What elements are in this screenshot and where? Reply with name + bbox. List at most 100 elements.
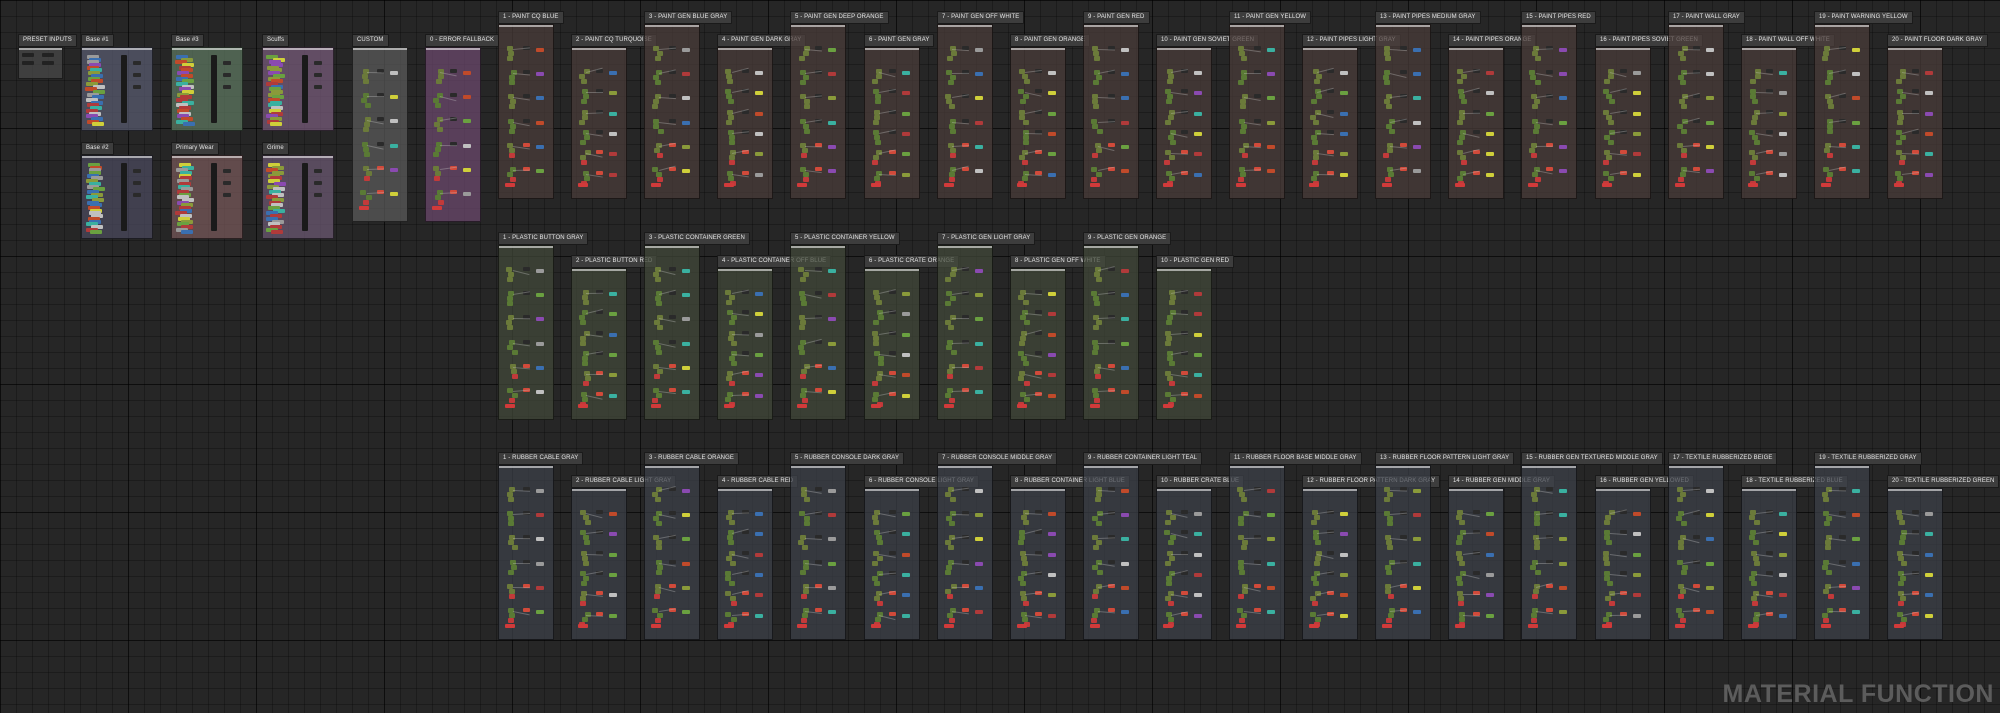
rubber-14-node[interactable] — [1473, 571, 1481, 575]
group-base3-node[interactable] — [222, 61, 231, 65]
rubber-13-node[interactable] — [1413, 561, 1422, 566]
paint-16-node[interactable] — [1603, 109, 1610, 115]
plastic-4-node[interactable] — [755, 393, 764, 398]
plastic-7-node[interactable] — [946, 368, 953, 374]
paint-20-node[interactable] — [1925, 172, 1934, 177]
group-error-node[interactable] — [434, 175, 441, 181]
plastic-5-node[interactable] — [828, 365, 837, 370]
group-error-node[interactable] — [463, 95, 472, 100]
rubber-15-node[interactable] — [1546, 487, 1554, 491]
paint-10-node[interactable] — [1194, 172, 1203, 177]
rubber-8-node[interactable] — [1048, 512, 1057, 516]
paint-10-node[interactable] — [1169, 175, 1176, 181]
group-error-node[interactable] — [437, 127, 444, 133]
paint-13-node[interactable] — [1385, 104, 1392, 110]
paint-9-title[interactable]: 9 - PAINT GEN RED — [1083, 11, 1150, 24]
rubber-19-node[interactable] — [1839, 511, 1847, 516]
rubber-8-node[interactable] — [1020, 581, 1027, 586]
paint-14-node[interactable] — [1461, 99, 1468, 105]
paint-3-node[interactable] — [657, 152, 664, 158]
paint-6-node[interactable] — [902, 91, 911, 96]
paint-10-node[interactable] — [1166, 99, 1173, 105]
plastic-1-node[interactable] — [523, 339, 531, 344]
rubber-9-node[interactable] — [1096, 521, 1103, 527]
plastic-1-node[interactable] — [508, 397, 515, 403]
plastic-9-node[interactable] — [1121, 365, 1130, 370]
plastic-2-node[interactable] — [582, 396, 589, 402]
rubber-8-node[interactable] — [1023, 601, 1030, 607]
rubber-10-node[interactable] — [1194, 573, 1203, 577]
plastic-4-node[interactable] — [730, 340, 737, 346]
paint-5-title[interactable]: 5 - PAINT GEN DEEP ORANGE — [790, 11, 889, 24]
rubber-2-node[interactable] — [581, 581, 588, 586]
rubber-6-node[interactable] — [876, 540, 883, 546]
rubber-18-node[interactable] — [1766, 550, 1774, 555]
group-custom-output-node[interactable] — [358, 206, 369, 210]
rubber-10-node[interactable] — [1164, 520, 1171, 525]
paint-1-node[interactable] — [508, 128, 515, 134]
paint-11-node[interactable] — [1254, 118, 1262, 123]
plastic-3-output-node[interactable] — [650, 404, 661, 408]
rubber-1-output-node[interactable] — [504, 624, 515, 628]
plastic-5-node[interactable] — [828, 293, 837, 298]
paint-3-node[interactable] — [657, 128, 664, 134]
rubber-10-node[interactable] — [1167, 616, 1174, 622]
paint-11-node[interactable] — [1254, 46, 1262, 50]
plastic-9-node[interactable] — [1121, 341, 1130, 346]
rubber-4-node[interactable] — [726, 555, 733, 561]
group-custom-node[interactable] — [363, 79, 370, 84]
plastic-10-node[interactable] — [1164, 330, 1171, 336]
paint-1-node[interactable] — [536, 168, 545, 173]
plastic-5-output-node[interactable] — [796, 404, 807, 408]
rubber-9-node[interactable] — [1121, 513, 1130, 518]
paint-2-node[interactable] — [596, 130, 604, 134]
plastic-3-node[interactable] — [682, 365, 691, 370]
paint-7-node[interactable] — [949, 147, 956, 153]
group-custom-node[interactable] — [365, 103, 372, 109]
rubber-10-node[interactable] — [1194, 613, 1203, 618]
plastic-1-node[interactable] — [536, 365, 545, 370]
plastic-7-node[interactable] — [975, 293, 984, 298]
rubber-7-title[interactable]: 7 - RUBBER CONSOLE MIDDLE GRAY — [937, 452, 1058, 465]
rubber-1-node[interactable] — [507, 497, 514, 502]
rubber-5-title[interactable]: 5 - RUBBER CONSOLE DARK GRAY — [790, 452, 905, 465]
plastic-10-output-node[interactable] — [1162, 404, 1173, 408]
plastic-3-node[interactable] — [652, 363, 659, 369]
group-primarywear-node[interactable] — [222, 193, 231, 197]
paint-6-node[interactable] — [902, 132, 911, 136]
rubber-2-node[interactable] — [609, 512, 618, 516]
plastic-7-node[interactable] — [948, 325, 955, 331]
plastic-3-node[interactable] — [669, 267, 677, 271]
paint-19-node[interactable] — [1852, 144, 1861, 149]
paint-14-node[interactable] — [1460, 160, 1467, 166]
paint-19-node[interactable] — [1827, 104, 1834, 110]
rubber-9-node[interactable] — [1091, 564, 1098, 570]
rubber-19-title[interactable]: 19 - TEXTILE RUBBERIZED GRAY — [1814, 452, 1922, 465]
paint-5-node[interactable] — [802, 123, 809, 129]
rubber-4-node[interactable] — [755, 573, 764, 577]
group-grime-node[interactable] — [313, 193, 322, 197]
paint-3-node[interactable] — [682, 168, 691, 173]
plastic-4-node[interactable] — [755, 332, 764, 337]
group-primarywear-title[interactable]: Primary Wear — [171, 142, 219, 155]
plastic-10-node[interactable] — [1194, 292, 1203, 296]
paint-18-node[interactable] — [1751, 114, 1758, 120]
paint-16-node[interactable] — [1603, 170, 1610, 176]
rubber-20-output-node[interactable] — [1893, 624, 1904, 628]
paint-19-node[interactable] — [1827, 152, 1834, 158]
rubber-1-node[interactable] — [536, 585, 545, 590]
paint-7-node[interactable] — [975, 120, 984, 125]
rubber-4-node[interactable] — [755, 593, 764, 598]
rubber-8-node[interactable] — [1022, 560, 1029, 566]
group-error-node[interactable] — [450, 69, 458, 73]
paint-13-title[interactable]: 13 - PAINT PIPES MEDIUM GRAY — [1375, 11, 1481, 24]
group-base1-node[interactable] — [132, 73, 141, 77]
rubber-5-node[interactable] — [800, 569, 807, 575]
paint-11-title[interactable]: 11 - PAINT GEN YELLOW — [1229, 11, 1312, 24]
rubber-9-node[interactable] — [1108, 559, 1116, 564]
rubber-10-node[interactable] — [1168, 555, 1175, 561]
rubber-19-node[interactable] — [1825, 545, 1832, 551]
paint-1-node[interactable] — [536, 144, 545, 149]
paint-15-node[interactable] — [1559, 48, 1568, 52]
paint-19-output-node[interactable] — [1820, 183, 1831, 187]
